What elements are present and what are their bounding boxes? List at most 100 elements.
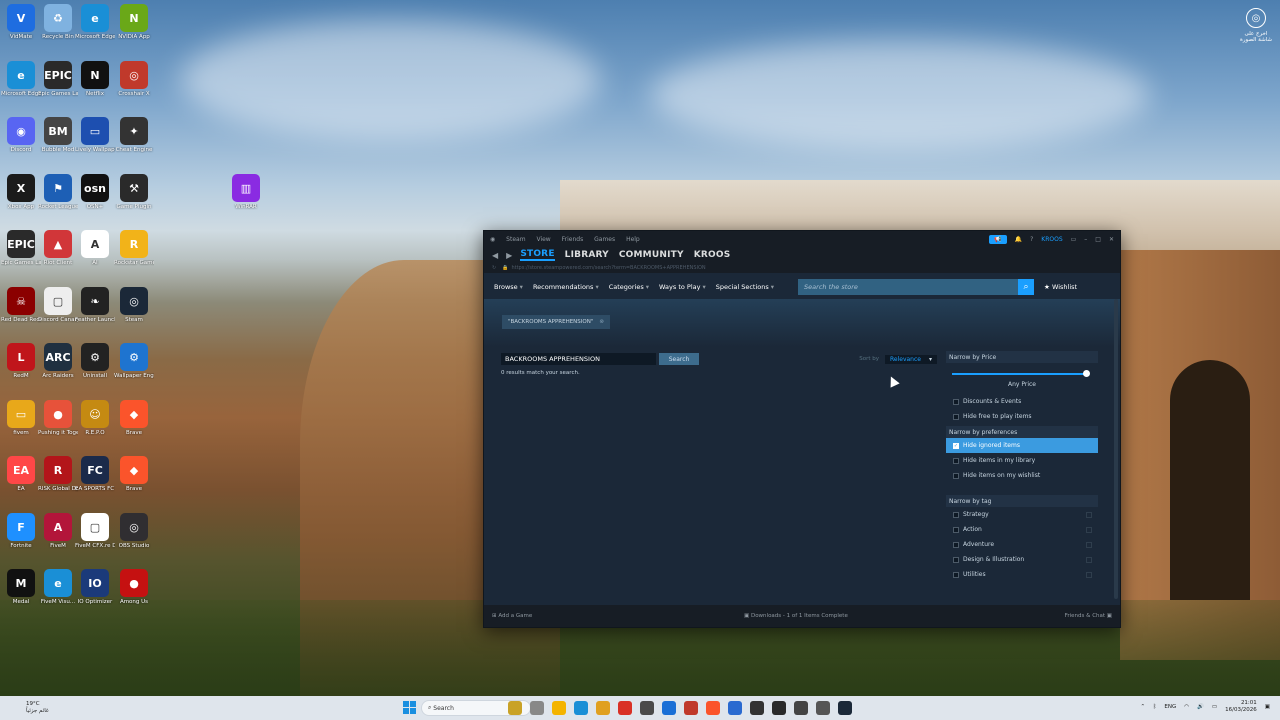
desktop-icon[interactable]: FC EA SPORTS FC™ 26 [75, 456, 115, 502]
edge-icon[interactable] [574, 701, 588, 715]
desktop-icon[interactable]: ❧ Feather Launcher [75, 287, 115, 333]
desktop-icon[interactable]: e Microsoft Edge [1, 61, 41, 107]
chip-close-icon[interactable]: ⊗ [599, 319, 604, 325]
store-icon[interactable] [728, 701, 742, 715]
store-tab-special-sections[interactable]: Special Sections ▾ [716, 283, 774, 291]
notifications-icon[interactable]: ▣ [1265, 704, 1270, 710]
battery-icon[interactable]: ▭ [1212, 704, 1217, 710]
checkbox-icon[interactable] [953, 398, 959, 405]
app-icon[interactable] [772, 701, 786, 715]
minimize-icon[interactable]: – [1084, 236, 1087, 243]
price-slider[interactable] [952, 367, 1090, 381]
desktop-icon[interactable]: ⚑ Rocket League [38, 174, 78, 220]
windows-start-icon[interactable] [403, 701, 416, 714]
tab-store[interactable]: STORE [520, 249, 555, 261]
filter-option[interactable]: Discounts & Events [946, 394, 1098, 409]
steam-icon[interactable] [838, 701, 852, 715]
search-button[interactable]: Search [659, 353, 699, 365]
downloads-status[interactable]: ▣ Downloads - 1 of 1 Items Complete [744, 613, 848, 619]
desktop-icon[interactable]: e FiveM Visu... [38, 569, 78, 615]
filter-option[interactable]: Design & Illustration [946, 552, 1098, 567]
checkbox-icon[interactable] [953, 472, 959, 479]
desktop-icon[interactable]: M Medal [1, 569, 41, 615]
desktop-icon[interactable]: R Rockstar Games [114, 230, 154, 276]
slider-knob[interactable] [1083, 370, 1090, 377]
menu-friends[interactable]: Friends [562, 236, 584, 243]
app-icon[interactable] [684, 701, 698, 715]
folder-icon[interactable] [596, 701, 610, 715]
search-icon[interactable]: ⌕ [1018, 279, 1035, 295]
filter-option[interactable]: Hide free to play items [946, 409, 1098, 424]
desktop-icon[interactable]: IO IO Optimizer [75, 569, 115, 615]
desktop-icon[interactable]: ⚙ Uninstall [75, 343, 115, 389]
app-icon[interactable] [662, 701, 676, 715]
scrollbar[interactable] [1114, 299, 1118, 599]
maximize-icon[interactable]: □ [1095, 236, 1101, 243]
desktop-icon[interactable]: L RedM [1, 343, 41, 389]
desktop-icon[interactable]: ☠ Red Dead Redemption [1, 287, 41, 333]
app-icon[interactable] [618, 701, 632, 715]
wifi-icon[interactable]: ◠ [1184, 704, 1189, 710]
store-tab-categories[interactable]: Categories ▾ [609, 283, 649, 291]
desktop-icon[interactable]: V VidMate [1, 4, 41, 50]
task-view-icon[interactable] [508, 701, 522, 715]
desktop-icon[interactable]: e Microsoft Edge [75, 4, 115, 50]
app-icon[interactable] [816, 701, 830, 715]
tab-library[interactable]: LIBRARY [565, 250, 609, 260]
sort-select[interactable]: Relevance ▾ [885, 354, 937, 364]
reload-icon[interactable]: ↻ [492, 265, 496, 271]
preferences-filter-heading[interactable]: Narrow by preferences [946, 426, 1098, 438]
desktop-icon[interactable]: ● Pushing it Together [38, 400, 78, 446]
desktop-icon[interactable]: ◎ Crosshair X [114, 61, 154, 107]
brave-icon[interactable] [706, 701, 720, 715]
filter-option[interactable]: ✓ Hide ignored items [946, 438, 1098, 453]
search-term-input[interactable]: BACKROOMS APPREHENSION [501, 353, 656, 365]
checkbox-icon[interactable] [953, 457, 959, 464]
megaphone-icon[interactable]: 📢 [989, 234, 1007, 244]
language-indicator[interactable]: ENG [1164, 704, 1176, 710]
exclude-checkbox-icon[interactable] [1086, 526, 1092, 533]
friends-chat-button[interactable]: Friends & Chat ▣ [1065, 613, 1112, 619]
desktop-icon[interactable]: ◎ OBS Studio [114, 513, 154, 559]
checkbox-icon[interactable] [953, 526, 959, 533]
desktop-icon[interactable]: ▥ WinRAR [226, 174, 266, 220]
desktop-icon[interactable]: ☺ R.E.P.O [75, 400, 115, 446]
price-filter-heading[interactable]: Narrow by Price [946, 351, 1098, 363]
menu-games[interactable]: Games [594, 236, 615, 243]
filter-option[interactable]: Adventure [946, 537, 1098, 552]
desktop-icon[interactable]: R RISK Global Domination [38, 456, 78, 502]
forward-arrow-icon[interactable]: ▶ [506, 251, 512, 260]
chrome-icon[interactable] [552, 701, 566, 715]
desktop-icon[interactable]: ● Among Us [114, 569, 154, 615]
desktop-icon[interactable]: ▲ Riot Client [38, 230, 78, 276]
desktop-icon[interactable]: ◆ Brave [114, 456, 154, 502]
desktop-icon[interactable]: osn OSN+ [75, 174, 115, 220]
checkbox-icon[interactable] [953, 556, 959, 563]
desktop-corner-shortcut[interactable]: ◎ اخرج على شاشة الصورة [1240, 8, 1272, 43]
desktop-icon[interactable]: EA EA [1, 456, 41, 502]
store-tab-ways-to-play[interactable]: Ways to Play ▾ [659, 283, 706, 291]
store-search-input[interactable]: Search the store [798, 279, 1019, 295]
close-icon[interactable]: ✕ [1109, 236, 1114, 243]
desktop-icon[interactable]: N Netflix [75, 61, 115, 107]
filter-option[interactable]: Strategy [946, 507, 1098, 522]
desktop-icon[interactable]: ⚙ Wallpaper Engine [114, 343, 154, 389]
desktop-icon[interactable]: EPIC Epic Games Launcher [38, 61, 78, 107]
desktop-icon[interactable]: ▢ Discord Canary [38, 287, 78, 333]
tab-profile[interactable]: KROOS [694, 250, 731, 260]
desktop-icon[interactable]: A AI [75, 230, 115, 276]
app-icon[interactable] [750, 701, 764, 715]
desktop-icon[interactable]: ◉ Discord [1, 117, 41, 163]
desktop-icon[interactable]: ♻ Recycle Bin [38, 4, 78, 50]
desktop-icon[interactable]: ▭ fivem [1, 400, 41, 446]
tag-filter-heading[interactable]: Narrow by tag [946, 495, 1098, 507]
app-icon[interactable] [794, 701, 808, 715]
file-explorer-icon[interactable] [530, 701, 544, 715]
desktop-icon[interactable]: ▭ Lively Wallpaper [75, 117, 115, 163]
desktop-icon[interactable]: X Xbox App [1, 174, 41, 220]
checkbox-icon[interactable] [953, 541, 959, 548]
desktop-icon[interactable]: F Fortnite [1, 513, 41, 559]
account-menu[interactable]: KROOS [1041, 236, 1062, 243]
exclude-checkbox-icon[interactable] [1086, 541, 1092, 548]
weather-widget[interactable]: 19°C غائم جزئياً [26, 701, 49, 714]
